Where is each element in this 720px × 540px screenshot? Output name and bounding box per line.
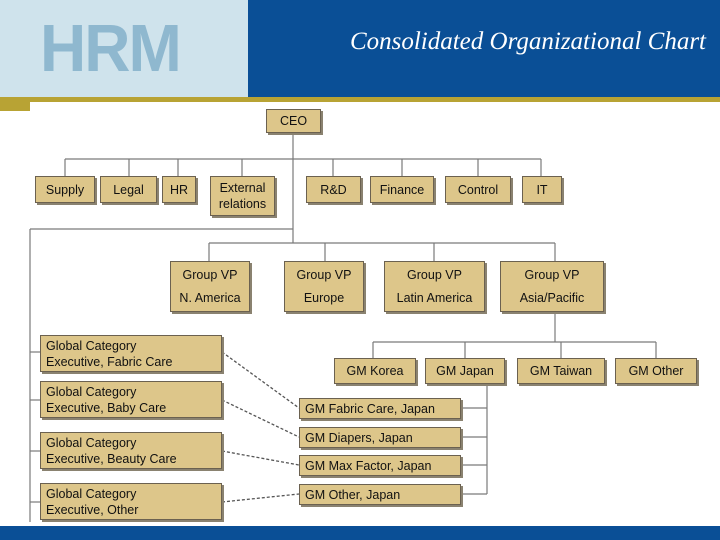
vp-box-north-america[interactable]: Group VP N. America (170, 261, 250, 312)
category-exec-line1: Global Category (46, 338, 137, 353)
function-label: Supply (45, 182, 85, 197)
gm-label: GM Other (628, 364, 684, 378)
function-label: Legal (113, 182, 144, 197)
gm-label: GM Korea (346, 364, 404, 378)
vp-title: Group VP (524, 268, 580, 283)
category-exec-beauty-care[interactable]: Global Category Executive, Beauty Care (40, 432, 222, 469)
vp-title: Group VP (296, 268, 352, 283)
function-box-hr[interactable]: HR (162, 176, 196, 203)
category-exec-line1: Global Category (46, 435, 137, 450)
category-exec-line2: Executive, Beauty Care (46, 451, 177, 466)
function-box-control[interactable]: Control (445, 176, 511, 203)
dotted-link-other (221, 493, 300, 503)
category-exec-other[interactable]: Global Category Executive, Other (40, 483, 222, 520)
dotted-link-baby-care (221, 399, 300, 438)
function-box-legal[interactable]: Legal (100, 176, 157, 203)
category-exec-line2: Executive, Fabric Care (46, 354, 173, 369)
vp-region: Asia/Pacific (519, 290, 585, 305)
function-box-supply[interactable]: Supply (35, 176, 95, 203)
japan-gm-max-factor[interactable]: GM Max Factor, Japan (299, 455, 461, 476)
function-box-external-relations[interactable]: External relations (210, 176, 275, 216)
gm-box-korea[interactable]: GM Korea (334, 358, 416, 384)
vp-box-europe[interactable]: Group VP Europe (284, 261, 364, 312)
japan-gm-label: GM Max Factor, Japan (305, 458, 432, 473)
function-label-line1: External (219, 181, 266, 195)
vp-region: Europe (303, 290, 345, 305)
gm-box-taiwan[interactable]: GM Taiwan (517, 358, 605, 384)
category-exec-line2: Executive, Baby Care (46, 400, 167, 415)
vp-title: Group VP (182, 268, 238, 283)
vp-box-latin-america[interactable]: Group VP Latin America (384, 261, 485, 312)
ceo-box[interactable]: CEO (266, 109, 321, 133)
gm-box-other[interactable]: GM Other (615, 358, 697, 384)
dotted-link-fabric-care (221, 351, 300, 409)
function-box-it[interactable]: IT (522, 176, 562, 203)
function-box-finance[interactable]: Finance (370, 176, 434, 203)
japan-gm-label: GM Fabric Care, Japan (305, 401, 435, 416)
footer-bar (0, 526, 720, 540)
vp-region: Latin America (396, 290, 473, 305)
category-exec-line1: Global Category (46, 486, 137, 501)
japan-gm-label: GM Diapers, Japan (305, 430, 413, 445)
gm-label: GM Taiwan (529, 364, 593, 378)
function-label: IT (536, 182, 548, 197)
japan-gm-label: GM Other, Japan (305, 487, 401, 502)
function-box-rnd[interactable]: R&D (306, 176, 361, 203)
japan-gm-other[interactable]: GM Other, Japan (299, 484, 461, 505)
function-label: Control (457, 182, 499, 197)
category-exec-line1: Global Category (46, 384, 137, 399)
ceo-label: CEO (279, 114, 308, 128)
category-exec-line2: Executive, Other (46, 502, 139, 517)
category-exec-fabric-care[interactable]: Global Category Executive, Fabric Care (40, 335, 222, 372)
function-label: Finance (379, 182, 425, 197)
category-exec-baby-care[interactable]: Global Category Executive, Baby Care (40, 381, 222, 418)
function-label: HR (169, 182, 189, 197)
vp-region: N. America (179, 290, 241, 305)
vp-title: Group VP (407, 268, 462, 283)
gm-box-japan[interactable]: GM Japan (425, 358, 505, 384)
gm-label: GM Japan (436, 364, 494, 378)
vp-box-asia-pacific[interactable]: Group VP Asia/Pacific (500, 261, 604, 312)
japan-gm-fabric-care[interactable]: GM Fabric Care, Japan (299, 398, 461, 419)
function-label-line2: relations (218, 197, 267, 211)
function-label: R&D (320, 182, 347, 197)
dotted-link-beauty-care (221, 450, 300, 466)
japan-gm-diapers[interactable]: GM Diapers, Japan (299, 427, 461, 448)
